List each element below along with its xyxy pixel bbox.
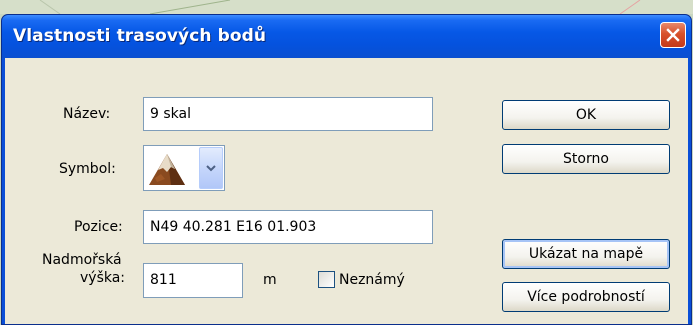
- show-on-map-button[interactable]: Ukázat na mapě: [502, 239, 670, 269]
- close-button[interactable]: [660, 22, 686, 48]
- title-bar[interactable]: Vlastnosti trasových bodů: [2, 15, 691, 58]
- more-details-button[interactable]: Více podrobností: [502, 282, 670, 312]
- symbol-label: Symbol:: [59, 161, 116, 177]
- symbol-select[interactable]: [143, 145, 225, 191]
- unknown-altitude-label[interactable]: Neznámý: [339, 272, 405, 288]
- altitude-field[interactable]: 811: [143, 263, 243, 298]
- dialog-body: Název: 9 skal Symbol: Pozice: N49 40.281…: [5, 58, 688, 324]
- position-field[interactable]: N49 40.281 E16 01.903: [143, 210, 433, 244]
- background-map: [0, 0, 693, 14]
- altitude-unit: m: [263, 272, 277, 288]
- altitude-label-line2: výška:: [80, 270, 126, 286]
- chevron-down-icon: [206, 165, 216, 172]
- dialog-title: Vlastnosti trasových bodů: [13, 26, 267, 46]
- close-icon: [666, 28, 680, 42]
- unknown-altitude-checkbox[interactable]: [318, 271, 335, 288]
- altitude-label-line1: Nadmořská: [42, 252, 122, 268]
- cancel-button[interactable]: Storno: [502, 144, 670, 174]
- name-field[interactable]: 9 skal: [143, 97, 433, 131]
- name-label: Název:: [63, 106, 111, 122]
- position-label: Pozice:: [74, 219, 123, 235]
- mountain-peak-icon: [149, 154, 185, 185]
- waypoint-properties-dialog: Vlastnosti trasových bodů Název: 9 skal …: [1, 14, 692, 325]
- symbol-dropdown-button[interactable]: [199, 147, 223, 189]
- ok-button[interactable]: OK: [502, 100, 670, 130]
